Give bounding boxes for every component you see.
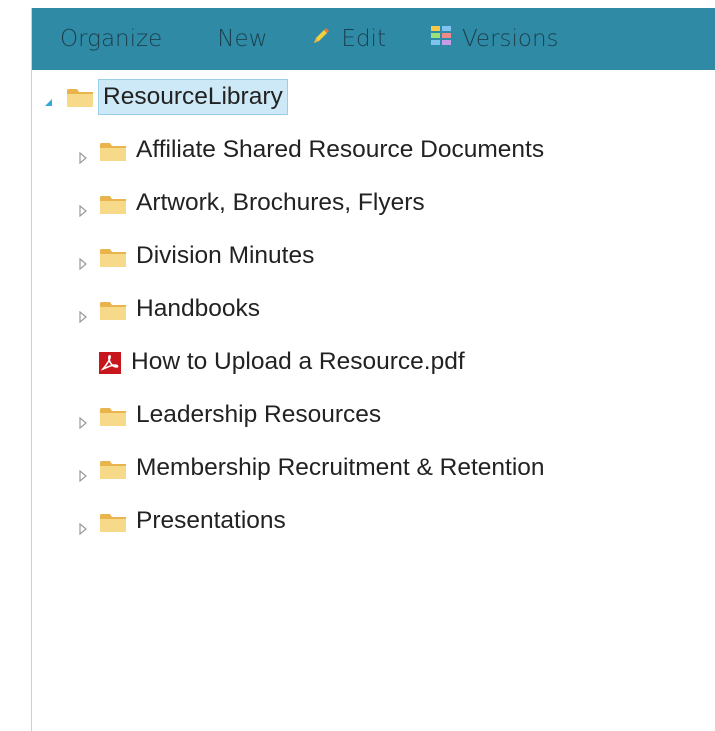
folder-icon bbox=[99, 192, 127, 216]
expand-arrow-icon[interactable] bbox=[78, 514, 90, 536]
expand-arrow-icon[interactable] bbox=[78, 408, 90, 430]
folder-icon bbox=[99, 298, 127, 322]
toolbar: Organize New Edit Versions bbox=[32, 8, 715, 70]
tree-item-label: Division Minutes bbox=[136, 242, 315, 269]
versions-label: Versions bbox=[461, 26, 559, 52]
pdf-file-icon bbox=[99, 352, 121, 374]
versions-grid-icon bbox=[430, 25, 452, 53]
edit-button[interactable]: Edit bbox=[311, 8, 386, 70]
tree-item-label: How to Upload a Resource.pdf bbox=[131, 348, 465, 375]
new-label: New bbox=[217, 26, 268, 52]
collapse-arrow-icon[interactable] bbox=[43, 88, 55, 106]
folder-open-icon bbox=[66, 85, 94, 109]
folder-icon bbox=[99, 139, 127, 163]
tree-item-label: Presentations bbox=[136, 507, 286, 534]
versions-button[interactable]: Versions bbox=[430, 8, 559, 70]
tree-item-label: Leadership Resources bbox=[136, 401, 382, 428]
organize-button[interactable]: Organize bbox=[60, 8, 162, 70]
edit-label: Edit bbox=[341, 26, 386, 52]
tree-item-label: Artwork, Brochures, Flyers bbox=[136, 189, 425, 216]
organize-label: Organize bbox=[60, 26, 163, 52]
tree-root-label[interactable]: ResourceLibrary bbox=[98, 79, 288, 115]
expand-arrow-icon[interactable] bbox=[78, 196, 90, 218]
expand-arrow-icon[interactable] bbox=[78, 302, 90, 324]
folder-icon bbox=[99, 457, 127, 481]
folder-icon bbox=[99, 404, 127, 428]
expand-arrow-icon[interactable] bbox=[78, 143, 90, 165]
folder-icon bbox=[99, 245, 127, 269]
resource-library-panel: Organize New Edit Versions ResourceLibra… bbox=[31, 8, 715, 731]
tree-item-label: Handbooks bbox=[136, 295, 260, 322]
tree-item-label: Affiliate Shared Resource Documents bbox=[136, 136, 545, 163]
expand-arrow-icon[interactable] bbox=[78, 249, 90, 271]
new-button[interactable]: New bbox=[217, 8, 267, 70]
tree-item-label: Membership Recruitment & Retention bbox=[136, 454, 545, 481]
folder-icon bbox=[99, 510, 127, 534]
expand-arrow-icon[interactable] bbox=[78, 461, 90, 483]
pencil-icon bbox=[311, 26, 331, 52]
